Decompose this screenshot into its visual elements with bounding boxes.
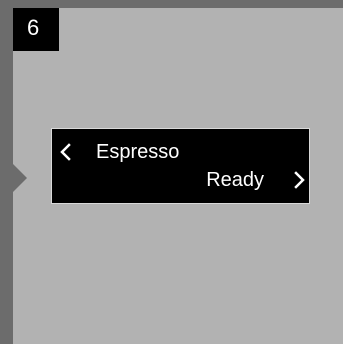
next-button[interactable] xyxy=(290,168,308,192)
chevron-left-icon xyxy=(60,143,71,161)
chevron-right-icon xyxy=(294,171,305,189)
step-number-badge: 6 xyxy=(13,8,59,51)
callout-pointer xyxy=(13,164,27,192)
previous-button[interactable] xyxy=(57,140,75,164)
machine-display: Espresso Ready xyxy=(51,128,310,204)
display-line-product: Espresso xyxy=(96,141,180,163)
display-line-status: Ready xyxy=(206,169,264,191)
step-number: 6 xyxy=(27,15,40,40)
